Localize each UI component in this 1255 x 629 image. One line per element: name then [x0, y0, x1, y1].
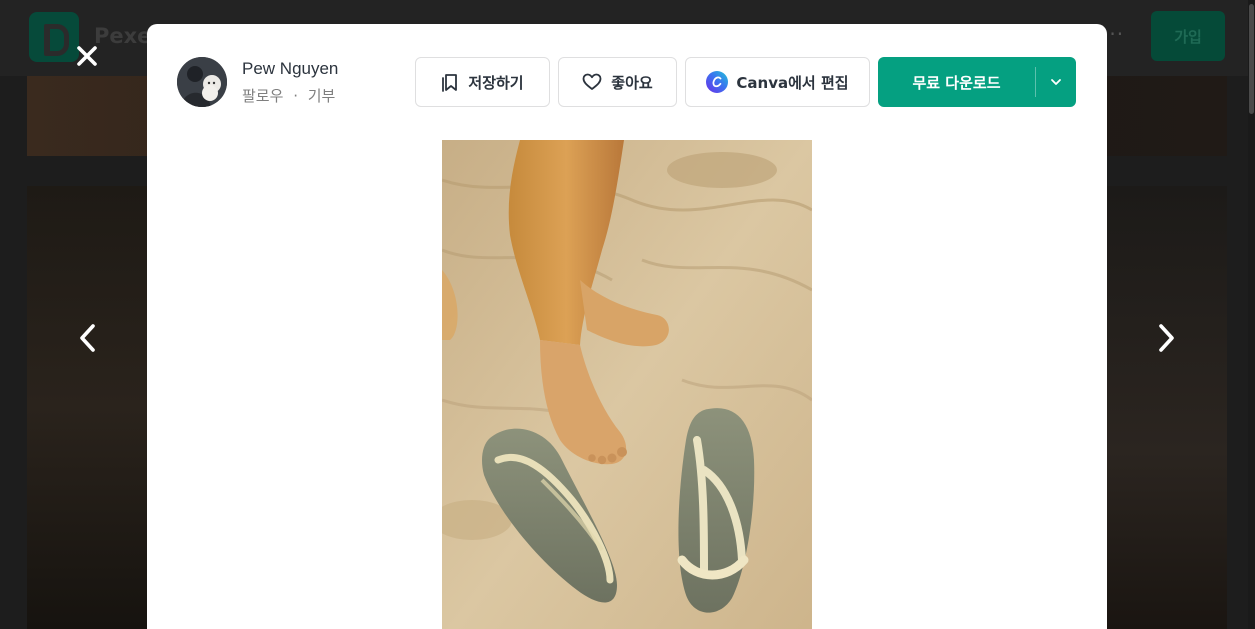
close-button[interactable] [67, 36, 107, 76]
canva-logo-icon [706, 71, 729, 93]
bookmark-icon [441, 72, 459, 92]
close-icon [77, 46, 97, 66]
chevron-down-icon [1051, 79, 1061, 85]
main-photo[interactable] [442, 140, 812, 629]
photo-modal: Pew Nguyen 팔로우 · 기부 저장하기 좋아요 Canva에서 편집 … [147, 24, 1107, 629]
donate-link[interactable]: 기부 [308, 87, 336, 105]
next-button[interactable] [1146, 318, 1186, 358]
heart-icon [582, 73, 602, 91]
canva-edit-button[interactable]: Canva에서 편집 [685, 57, 870, 107]
author-block: Pew Nguyen 팔로우 · 기부 [177, 57, 338, 107]
like-button[interactable]: 좋아요 [558, 57, 677, 107]
canva-label: Canva에서 편집 [736, 73, 849, 92]
like-label: 좋아요 [611, 73, 653, 92]
author-name[interactable]: Pew Nguyen [242, 59, 338, 79]
free-download-button[interactable]: 무료 다운로드 [878, 57, 1035, 107]
save-label: 저장하기 [468, 73, 524, 92]
author-links: 팔로우 · 기부 [242, 85, 338, 106]
join-button[interactable]: 가입 [1151, 11, 1225, 61]
chevron-left-icon [80, 324, 95, 352]
background-photo [27, 186, 157, 629]
download-button-group: 무료 다운로드 [878, 57, 1076, 107]
previous-button[interactable] [68, 318, 108, 358]
scrollbar-thumb[interactable] [1249, 4, 1254, 114]
chevron-right-icon [1159, 324, 1174, 352]
separator: · [293, 86, 298, 105]
background-photo [1100, 186, 1227, 629]
avatar[interactable] [177, 57, 227, 107]
save-button[interactable]: 저장하기 [415, 57, 550, 107]
download-options-button[interactable] [1036, 57, 1076, 107]
follow-link[interactable]: 팔로우 [242, 87, 283, 105]
